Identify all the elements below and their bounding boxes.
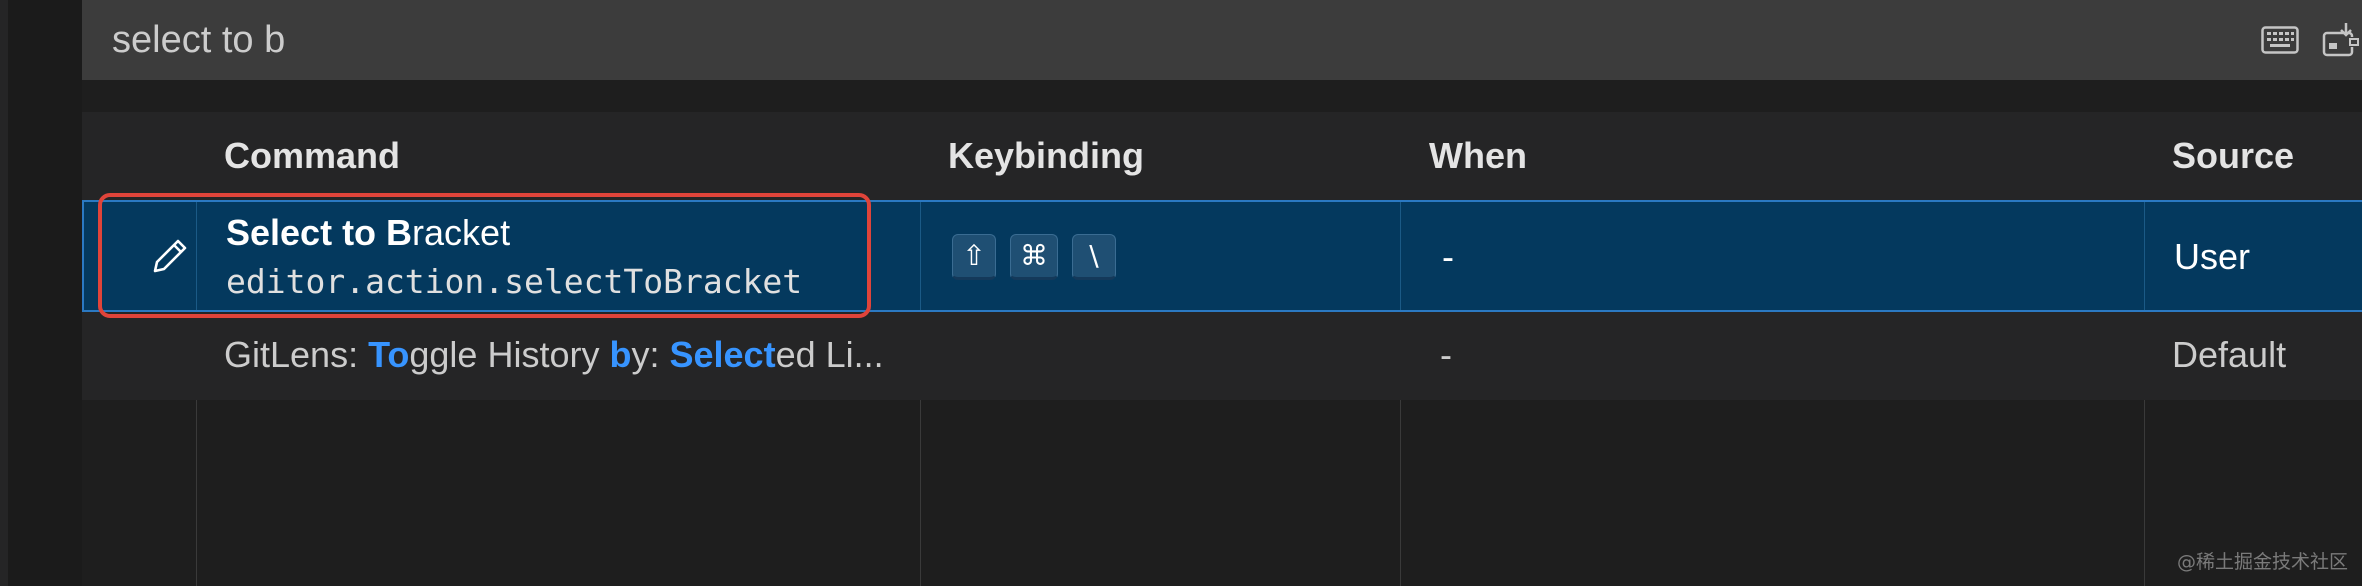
keybindings-table: Command Keybinding When Source Select to…	[82, 112, 2362, 586]
command-key: ⌘	[1010, 234, 1058, 280]
search-actions	[2260, 0, 2362, 80]
header-keybinding[interactable]: Keybinding	[948, 112, 1144, 200]
title-match: To	[368, 334, 410, 375]
backslash-key: \	[1072, 234, 1116, 280]
search-input[interactable]	[112, 0, 2112, 80]
table-header: Command Keybinding When Source	[82, 112, 2362, 200]
header-command[interactable]: Command	[224, 112, 400, 200]
header-source[interactable]: Source	[2172, 112, 2294, 200]
activity-bar	[0, 0, 82, 586]
cell-divider	[920, 202, 921, 310]
shift-key: ⇧	[952, 234, 996, 280]
title-part: ggle History	[409, 334, 610, 375]
title-match: b	[609, 334, 632, 375]
source-value: Default	[2172, 334, 2287, 375]
keybinding-keys[interactable]: ⇧ ⌘ \	[952, 234, 1116, 280]
table-row[interactable]: GitLens: Toggle History by: Selected Li.…	[82, 312, 2362, 400]
left-edge	[0, 0, 8, 586]
title-part: GitLens:	[224, 334, 369, 375]
title-part: y:	[631, 334, 670, 375]
when-value[interactable]: -	[1442, 236, 1454, 278]
watermark: @稀土掘金技术社区	[2176, 551, 2348, 573]
title-match: Select	[669, 334, 776, 375]
source-value: User	[2174, 236, 2251, 277]
cell-divider	[1400, 202, 1401, 310]
keyboard-icon[interactable]	[2260, 20, 2300, 60]
command-title: GitLens: Toggle History by: Selected Li.…	[224, 334, 884, 376]
title-part: ed Li...	[775, 334, 884, 375]
when-value[interactable]: -	[1440, 334, 1452, 376]
header-when[interactable]: When	[1429, 112, 1527, 200]
record-keys-icon[interactable]	[2322, 20, 2362, 60]
annotation-highlight-box	[98, 193, 871, 318]
keybindings-search-bar	[82, 0, 2362, 80]
cell-divider	[2144, 202, 2145, 310]
